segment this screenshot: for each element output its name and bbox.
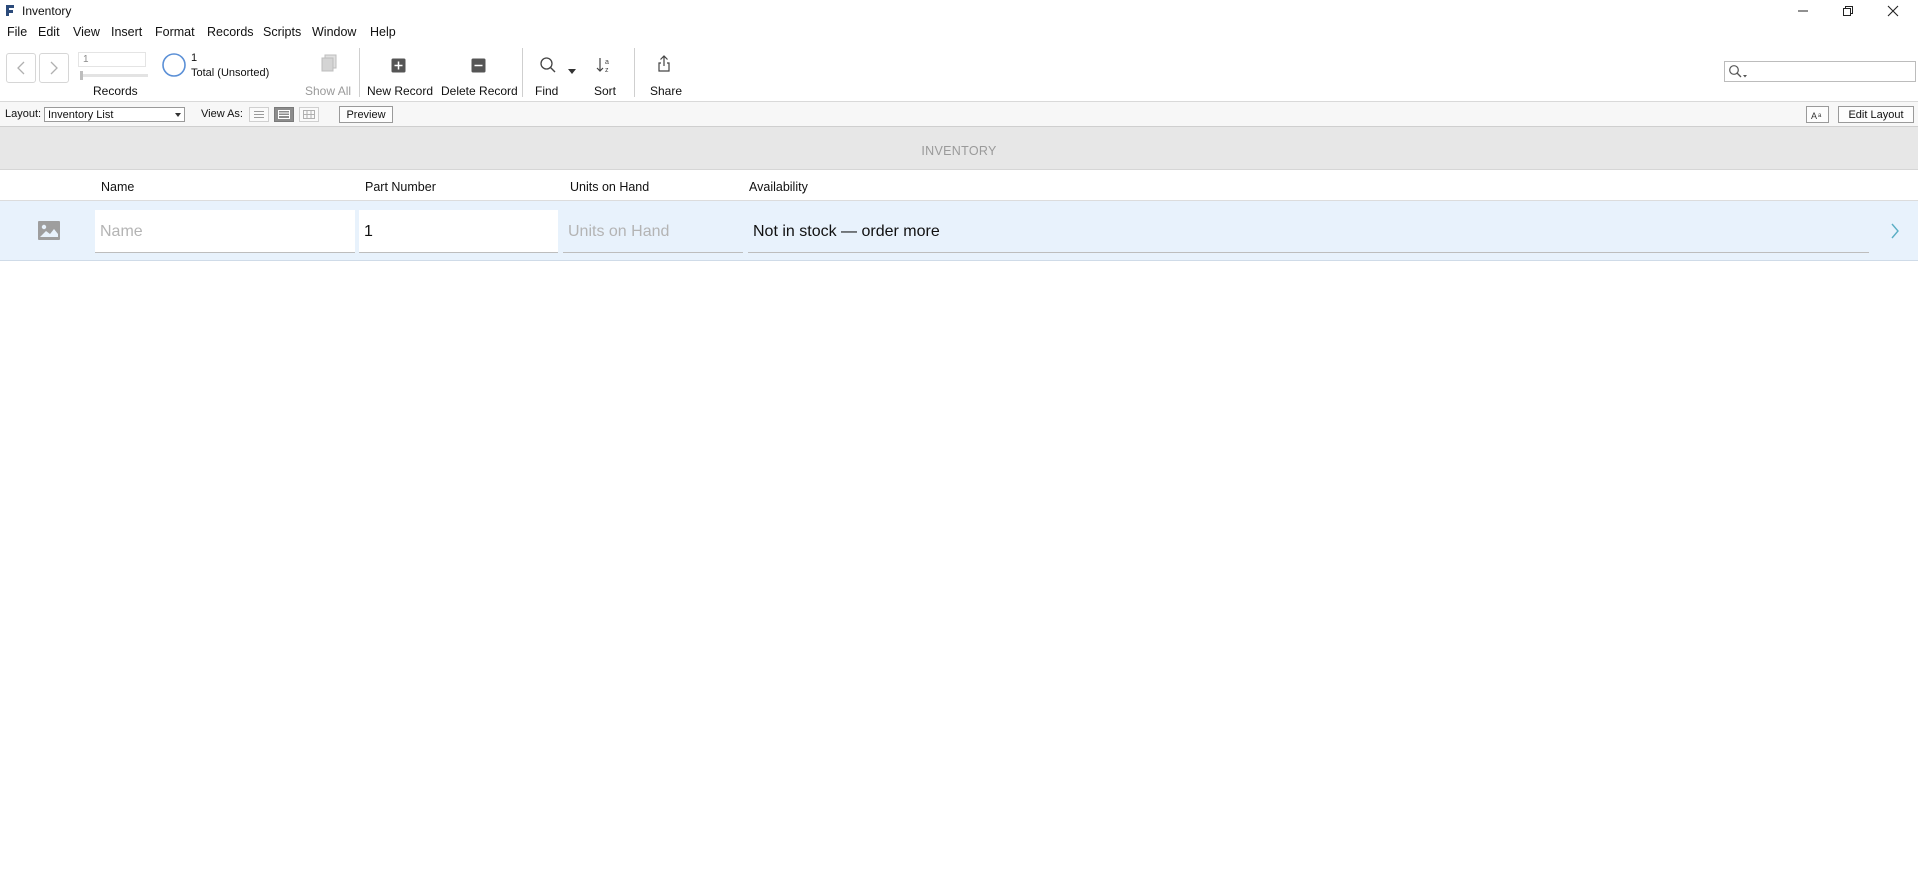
current-record-field[interactable]: 1 <box>78 52 146 67</box>
find-button[interactable]: Find <box>535 84 558 98</box>
list-view-icon <box>278 110 290 119</box>
menu-help[interactable]: Help <box>370 25 396 39</box>
record-slider[interactable] <box>80 74 148 77</box>
column-header-units-on-hand: Units on Hand <box>570 180 650 194</box>
menu-records[interactable]: Records <box>207 25 254 39</box>
toolbar-divider <box>359 48 360 97</box>
total-unsorted-label: Total (Unsorted) <box>191 67 270 79</box>
layout-label: Layout: <box>5 108 42 120</box>
menu-file[interactable]: File <box>7 25 27 39</box>
edit-layout-button[interactable]: Edit Layout <box>1838 106 1914 123</box>
menu-scripts[interactable]: Scripts <box>263 25 301 39</box>
availability-field: Not in stock — order more <box>748 210 1869 253</box>
search-icon <box>540 57 556 73</box>
minimize-button[interactable] <box>1780 0 1826 22</box>
column-header-name: Name <box>101 180 135 194</box>
record-slider-handle[interactable] <box>80 71 83 80</box>
share-button[interactable]: Share <box>650 84 682 98</box>
chevron-down-icon[interactable] <box>568 69 576 75</box>
svg-text:a: a <box>1818 113 1822 119</box>
formatting-bar-button[interactable]: A a <box>1806 106 1829 123</box>
menu-view[interactable]: View <box>73 25 100 39</box>
table-view-icon <box>303 110 315 119</box>
sort-icon: a z <box>596 58 609 74</box>
view-as-form-button[interactable] <box>249 107 269 122</box>
chevron-right-icon[interactable] <box>1890 223 1900 239</box>
show-all-button[interactable]: Show All <box>305 84 351 98</box>
restore-icon <box>1843 6 1853 16</box>
quick-find-input[interactable] <box>1724 61 1916 82</box>
search-icon <box>1729 65 1747 78</box>
chevron-left-icon <box>17 61 25 75</box>
menu-bar: File Edit View Insert Format Records Scr… <box>0 22 1918 44</box>
sort-button[interactable]: Sort <box>594 84 616 98</box>
minus-icon <box>471 58 486 73</box>
column-header-availability: Availability <box>749 180 808 194</box>
menu-edit[interactable]: Edit <box>38 25 60 39</box>
menu-insert[interactable]: Insert <box>111 25 142 39</box>
view-as-label: View As: <box>201 108 243 120</box>
toolbar-divider <box>522 48 523 97</box>
layout-header: INVENTORY <box>0 127 1918 170</box>
part-number-field[interactable]: 1 <box>359 210 558 253</box>
pie-chart-icon <box>162 53 186 77</box>
title-bar: Inventory <box>0 0 1918 22</box>
menu-window[interactable]: Window <box>312 25 356 39</box>
svg-text:A: A <box>1811 111 1817 120</box>
share-icon <box>658 55 670 72</box>
layout-dropdown[interactable]: Inventory List <box>44 107 185 122</box>
status-toolbar: 1 Records 1 Total (Unsorted) Show All Ne… <box>0 44 1918 102</box>
layout-bar: Layout: Inventory List View As: Preview … <box>0 102 1918 127</box>
total-count: 1 <box>191 52 198 64</box>
layout-header-title: INVENTORY <box>921 144 997 158</box>
units-on-hand-field[interactable]: Units on Hand <box>563 210 743 253</box>
chevron-down-icon <box>175 113 181 117</box>
previous-record-button[interactable] <box>6 53 36 83</box>
show-all-icon <box>321 54 337 72</box>
svg-text:a: a <box>605 59 609 66</box>
minimize-icon <box>1798 10 1808 12</box>
chevron-right-icon <box>50 61 58 75</box>
layout-dropdown-value: Inventory List <box>48 109 114 121</box>
preview-button[interactable]: Preview <box>339 106 393 123</box>
toolbar-divider <box>634 48 635 97</box>
record-row[interactable]: Name 1 Units on Hand Not in stock — orde… <box>0 201 1918 261</box>
menu-format[interactable]: Format <box>155 25 195 39</box>
records-label: Records <box>93 84 138 98</box>
view-as-table-button[interactable] <box>299 107 319 122</box>
new-record-button[interactable]: New Record <box>367 84 433 98</box>
column-header-part-number: Part Number <box>365 180 436 194</box>
column-headers: Name Part Number Units on Hand Availabil… <box>0 170 1918 201</box>
name-field[interactable]: Name <box>95 210 355 253</box>
close-icon <box>1887 5 1899 17</box>
next-record-button[interactable] <box>39 53 69 83</box>
plus-icon <box>391 58 406 73</box>
text-format-icon: A a <box>1811 111 1822 121</box>
form-view-icon <box>254 111 264 118</box>
close-button[interactable] <box>1870 0 1916 22</box>
window-title: Inventory <box>22 4 72 18</box>
view-as-list-button[interactable] <box>274 107 294 122</box>
delete-record-button[interactable]: Delete Record <box>441 84 518 98</box>
restore-button[interactable] <box>1825 0 1871 22</box>
svg-text:z: z <box>605 67 609 74</box>
app-icon <box>6 5 14 16</box>
image-placeholder-icon[interactable] <box>38 221 60 240</box>
